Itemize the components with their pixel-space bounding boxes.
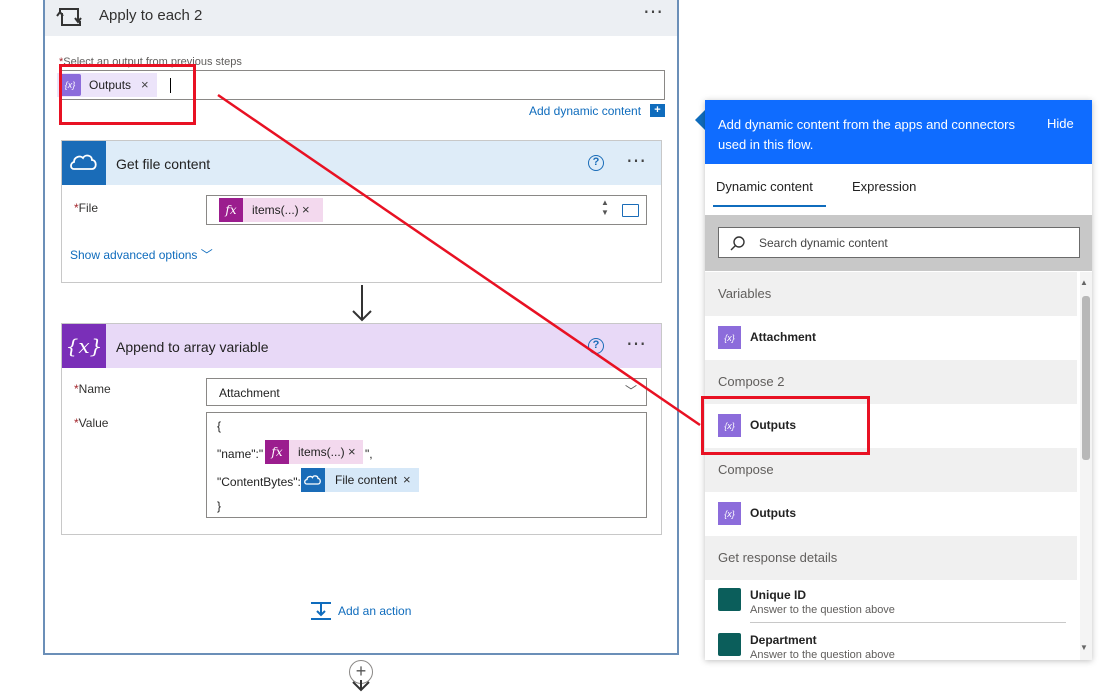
token-label: items(...): [252, 203, 299, 217]
value-field-label-text: Value: [78, 416, 109, 430]
more-options-icon[interactable]: ⋯: [626, 334, 647, 354]
dynamic-item-label: Unique ID: [750, 588, 806, 602]
scrollbar-thumb[interactable]: [1082, 296, 1090, 460]
forms-icon: [718, 588, 741, 611]
show-advanced-options-link[interactable]: Show advanced options ﹀: [70, 246, 213, 263]
variable-icon: {x}: [718, 326, 741, 349]
dynamic-item-outputs-compose[interactable]: {x} Outputs: [705, 492, 1077, 536]
forms-icon: [718, 633, 741, 656]
name-field-label: *Name: [74, 382, 111, 396]
tab-dynamic-content[interactable]: Dynamic content: [716, 179, 813, 194]
dynamic-item-attachment[interactable]: {x} Attachment: [705, 316, 1077, 360]
apply-to-each-header[interactable]: Apply to each 2 ⋯: [45, 0, 677, 36]
dynamic-item-description: Answer to the question above: [750, 604, 895, 616]
token-remove-icon[interactable]: ×: [403, 472, 411, 487]
apply-to-each-title: Apply to each 2: [99, 7, 203, 24]
value-line: "ContentBytes":: [217, 475, 301, 489]
items-expression-token[interactable]: fx items(...) ×: [265, 440, 363, 464]
name-dropdown-value: Attachment: [219, 386, 280, 400]
folder-picker-icon[interactable]: [622, 204, 639, 217]
tab-expression[interactable]: Expression: [852, 179, 916, 194]
add-dynamic-content-link[interactable]: Add dynamic content: [529, 104, 641, 118]
onedrive-cloud-icon: [62, 141, 106, 185]
connector-arrow-icon: [352, 680, 370, 692]
search-icon: [730, 236, 745, 251]
token-remove-icon[interactable]: ×: [348, 444, 356, 459]
more-options-icon[interactable]: ⋯: [643, 2, 664, 22]
scroll-up-icon[interactable]: ▲: [1080, 278, 1088, 287]
divider: [750, 622, 1066, 623]
spin-up-icon[interactable]: ▲: [601, 198, 609, 208]
panel-pointer: [695, 110, 705, 130]
token-label: File content: [335, 473, 398, 487]
add-an-action-button[interactable]: Add an action: [310, 601, 440, 623]
dynamic-item-label: Attachment: [750, 330, 817, 344]
name-dropdown[interactable]: Attachment ﹀: [206, 378, 647, 406]
spinner-arrows-icon[interactable]: ▲ ▼: [601, 198, 609, 218]
append-to-array-header[interactable]: {x} Append to array variable ? ⋯: [62, 324, 661, 368]
file-field-label: *File: [74, 201, 98, 215]
help-icon[interactable]: ?: [588, 155, 604, 171]
loop-icon: [56, 8, 82, 26]
value-textarea[interactable]: { "name":" fx items(...) × ", "ContentBy…: [206, 412, 647, 518]
search-dynamic-content-input[interactable]: Search dynamic content: [718, 227, 1080, 258]
name-field-label-text: Name: [78, 382, 111, 396]
card-title: Get file content: [116, 156, 211, 172]
get-file-content-header[interactable]: Get file content ? ⋯: [62, 141, 661, 185]
file-input[interactable]: fx items(...) × ▲ ▼: [206, 195, 647, 225]
annotation-box-outputs-token: [59, 64, 196, 125]
value-line: }: [217, 499, 222, 513]
variable-icon: {x}: [718, 502, 741, 525]
onedrive-cloud-icon: [301, 468, 325, 492]
add-action-icon: [311, 602, 331, 620]
scroll-down-icon[interactable]: ▼: [1080, 643, 1088, 652]
add-an-action-label: Add an action: [338, 604, 412, 618]
value-line: {: [217, 419, 222, 433]
section-header-get-response-details: Get response details: [705, 536, 1077, 580]
token-remove-icon[interactable]: ×: [302, 202, 310, 217]
items-expression-token[interactable]: fx items(...) ×: [219, 198, 323, 222]
add-dynamic-content-icon[interactable]: +: [650, 104, 665, 117]
spin-down-icon[interactable]: ▼: [601, 208, 609, 218]
chevron-down-icon[interactable]: ﹀: [625, 382, 637, 399]
search-placeholder: Search dynamic content: [759, 236, 888, 250]
dynamic-content-panel: Add dynamic content from the apps and co…: [705, 100, 1092, 660]
panel-header: Add dynamic content from the apps and co…: [705, 100, 1092, 164]
variable-icon: {x}: [62, 324, 106, 368]
panel-header-text: Add dynamic content from the apps and co…: [718, 117, 1016, 152]
file-content-token[interactable]: File content ×: [301, 468, 419, 492]
more-options-icon[interactable]: ⋯: [626, 151, 647, 171]
card-title: Append to array variable: [116, 339, 269, 355]
dynamic-item-label: Department: [750, 633, 817, 647]
get-file-content-card: Get file content ? ⋯ *File fx items(...)…: [61, 140, 662, 283]
file-field-label-text: File: [78, 201, 99, 215]
active-tab-indicator: [713, 205, 826, 207]
value-field-label: *Value: [74, 416, 108, 430]
function-icon: fx: [219, 198, 243, 222]
section-header-variables: Variables: [705, 272, 1077, 316]
append-to-array-card: {x} Append to array variable ? ⋯ *Name A…: [61, 323, 662, 535]
dynamic-item-department[interactable]: Department Answer to the question above: [705, 625, 1077, 660]
function-icon: fx: [265, 440, 289, 464]
dynamic-item-unique-id[interactable]: Unique ID Answer to the question above: [705, 580, 1077, 622]
value-line: ",: [365, 447, 373, 461]
hide-button[interactable]: Hide: [1047, 116, 1074, 131]
dynamic-item-label: Outputs: [750, 506, 796, 520]
dynamic-item-description: Answer to the question above: [750, 649, 895, 660]
connector-arrow-icon: [352, 310, 372, 322]
help-icon[interactable]: ?: [588, 338, 604, 354]
annotation-box-compose-2-outputs: [701, 396, 870, 455]
value-line: "name":": [217, 447, 264, 461]
token-label: items(...): [298, 445, 345, 459]
